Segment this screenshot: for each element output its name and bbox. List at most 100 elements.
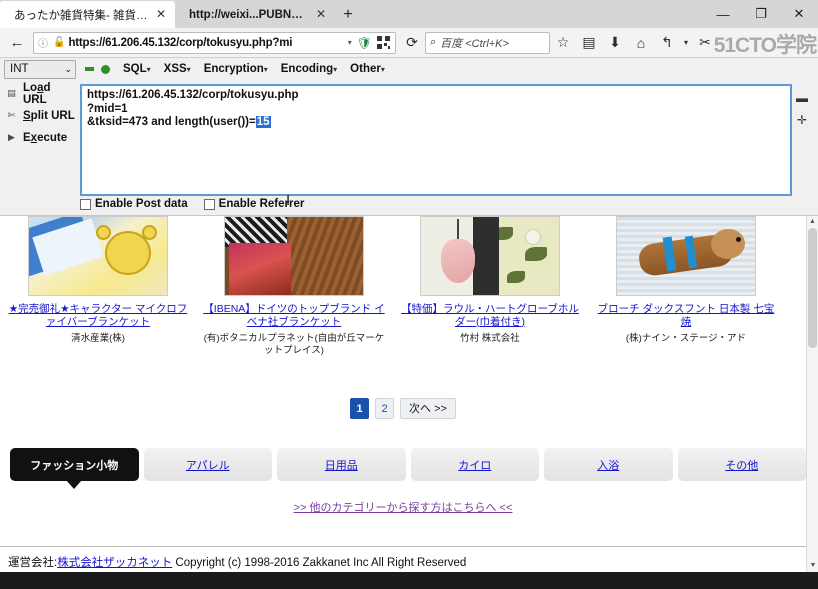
product-card: ★完売御礼★キャラクター マイクロファイバーブランケット 清水産業(株) xyxy=(5,216,191,351)
minimize-icon[interactable]: — xyxy=(704,0,742,28)
qr-icon[interactable] xyxy=(377,36,390,49)
enable-referrer-checkbox[interactable]: Enable Referrer xyxy=(203,198,321,210)
request-line-1: https://61.206.45.132/corp/tokusyu.php xyxy=(87,89,299,101)
product-company: (株)ナイン・ステージ・アド xyxy=(625,333,747,344)
category-tab-apparel[interactable]: アパレル xyxy=(143,448,272,481)
product-title-link[interactable]: ブローチ ダックスフント 日本製 七宝焼 xyxy=(593,303,779,328)
enable-post-data-checkbox[interactable]: Enable Post data xyxy=(80,198,204,210)
checkbox-box xyxy=(203,198,215,210)
page-number-1[interactable]: 1 xyxy=(350,398,370,419)
navigation-toolbar: ← ⓘ 🔓 https://61.206.45.132/corp/tokusyu… xyxy=(0,28,818,58)
close-icon[interactable]: ✕ xyxy=(153,7,169,23)
address-bar[interactable]: ⓘ 🔓 https://61.206.45.132/corp/tokusyu.p… xyxy=(33,31,396,54)
chevron-down-icon[interactable]: ▾ xyxy=(345,38,355,47)
history-icon[interactable]: ↰ xyxy=(654,30,680,56)
other-categories-link[interactable]: >> 他のカテゴリーから探す方はこちらへ << xyxy=(0,499,806,515)
scroll-down-icon[interactable]: ▼ xyxy=(807,560,818,572)
checkbox-box xyxy=(80,198,91,210)
tab-strip: あったか雑貨特集- 雑貨卸・... ✕ http://weixi...PUBNO… xyxy=(0,0,818,28)
footer-company-link[interactable]: 株式会社ザッカネット xyxy=(57,557,172,569)
home-icon[interactable]: ⌂ xyxy=(628,30,654,56)
download-icon[interactable]: ⬇ xyxy=(602,30,628,56)
close-icon[interactable]: ✕ xyxy=(313,7,329,23)
hackbar-mode-select[interactable]: INT ⌄ xyxy=(4,59,76,79)
page-number-2[interactable]: 2 xyxy=(375,398,395,419)
pink-pouch-thumb[interactable] xyxy=(420,216,560,296)
new-tab-button[interactable]: + xyxy=(335,2,361,28)
browser-tab-inactive[interactable]: http://weixi...PUBNO=26517 ✕ xyxy=(175,1,335,28)
execute-label: Execute xyxy=(23,131,68,144)
category-tab-fashion[interactable]: ファッション小物 xyxy=(10,448,139,489)
page-content: ★完売御礼★キャラクター マイクロファイバーブランケット 清水産業(株) 【IB… xyxy=(0,216,818,572)
footer-copyright-text: Copyright (c) 1998-2016 Zakkanet Inc All… xyxy=(172,557,467,569)
page-scrollbar[interactable]: ▲ ▼ xyxy=(806,216,818,572)
product-company: (有)ボタニカルプラネット(自由が丘マーケットプレイス) xyxy=(203,333,385,356)
enable-post-data-label: Enable Post data xyxy=(95,198,188,210)
split-url-button[interactable]: ✄ Split URL xyxy=(4,106,76,125)
info-icon[interactable]: ⓘ xyxy=(36,35,50,50)
hackbar-menu-other[interactable]: Other▾ xyxy=(350,63,385,75)
next-page-button[interactable]: 次へ >> xyxy=(400,398,456,419)
execute-button[interactable]: ▶ Execute xyxy=(4,128,76,147)
product-company: 清水産業(株) xyxy=(71,333,125,344)
bookmark-icon[interactable]: ☆ xyxy=(550,30,576,56)
pooh-blanket-thumb[interactable] xyxy=(28,216,168,296)
hackbar-menu-encoding[interactable]: Encoding▾ xyxy=(281,63,337,75)
product-card: ブローチ ダックスフント 日本製 七宝焼 (株)ナイン・ステージ・アド xyxy=(593,216,779,351)
category-tab-other[interactable]: その他 xyxy=(677,448,806,481)
hackbar-actions: ▤ Load URL ✄ Split URL ▶ Execute xyxy=(4,81,76,150)
split-url-icon: ✄ xyxy=(7,110,16,120)
library-icon[interactable]: ▤ xyxy=(576,30,602,56)
hackbar-menu-sql[interactable]: SQL▾ xyxy=(123,63,151,75)
chevron-down-icon: ⌄ xyxy=(64,63,72,74)
load-url-button[interactable]: ▤ Load URL xyxy=(4,81,76,106)
footer-prefix: 運営会社: xyxy=(8,557,58,569)
category-tab-bath[interactable]: 入浴 xyxy=(544,448,673,481)
product-card: 【IBENA】ドイツのトップブランド イベナ社ブランケット (有)ボタニカルプラ… xyxy=(201,216,387,356)
hackbar-panel: INT ⌄ SQL▾ XSS▾ Encryption▾ Encoding▾ Ot… xyxy=(0,58,818,216)
pagination: 1 2 次へ >> xyxy=(0,398,806,419)
category-tab-daily-goods[interactable]: 日用品 xyxy=(277,448,406,481)
footer-divider xyxy=(0,546,806,547)
tab-title: あったか雑貨特集- 雑貨卸・... xyxy=(14,9,149,22)
product-card: 【特価】ラウル・ハートグローブホルダー(巾着付き) 竹村 株式会社 xyxy=(397,216,583,351)
search-icon: ⌕ xyxy=(430,36,437,48)
taskbar xyxy=(0,572,818,589)
restore-icon[interactable]: ❐ xyxy=(742,0,780,28)
enable-referrer-label: Enable Referrer xyxy=(218,198,305,210)
brown-blanket-thumb[interactable] xyxy=(224,216,364,296)
zoom-out-icon[interactable]: ▬ xyxy=(792,88,812,110)
category-tab-kairo[interactable]: カイロ xyxy=(410,448,539,481)
url-text: https://61.206.45.132/corp/tokusyu.php?m… xyxy=(68,36,293,49)
status-dot-indicator xyxy=(101,64,110,74)
product-title-link[interactable]: 【特価】ラウル・ハートグローブホルダー(巾着付き) xyxy=(397,303,583,328)
hackbar-menu-encryption[interactable]: Encryption▾ xyxy=(204,63,268,75)
dachshund-brooch-thumb[interactable] xyxy=(616,216,756,296)
zoom-in-icon[interactable]: ✛ xyxy=(792,110,812,132)
request-line-3-prefix: &tksid=473 and length(user())= xyxy=(87,116,256,128)
back-icon[interactable]: ← xyxy=(4,30,30,56)
lock-warning-icon[interactable]: 🔓 xyxy=(50,37,68,48)
product-title-link[interactable]: ★完売御礼★キャラクター マイクロファイバーブランケット xyxy=(5,303,191,328)
product-row: ★完売御礼★キャラクター マイクロファイバーブランケット 清水産業(株) 【IB… xyxy=(0,216,806,356)
scrollbar-thumb[interactable] xyxy=(808,228,817,348)
close-window-icon[interactable]: ✕ xyxy=(780,0,818,28)
hackbar-zoom-controls: ▬ ✛ xyxy=(792,88,812,132)
browser-tab-active[interactable]: あったか雑貨特集- 雑貨卸・... ✕ xyxy=(0,1,175,28)
load-url-label: Load URL xyxy=(23,81,51,106)
screenshot-icon[interactable]: ✂ xyxy=(692,30,718,56)
category-tabs: ファッション小物 アパレル 日用品 カイロ 入浴 その他 xyxy=(10,448,806,489)
hackbar-mode-value: INT xyxy=(10,63,29,75)
scroll-up-icon[interactable]: ▲ xyxy=(807,216,818,228)
reload-icon[interactable]: ⟳ xyxy=(399,30,425,56)
tab-title: http://weixi...PUBNO=26517 xyxy=(189,8,309,21)
search-input[interactable]: ⌕ 百度 <Ctrl+K> xyxy=(425,31,550,54)
hackbar-menu-xss[interactable]: XSS▾ xyxy=(164,63,191,75)
shield-icon[interactable]: 🛡 xyxy=(355,36,374,50)
hackbar-menubar: INT ⌄ SQL▾ XSS▾ Encryption▾ Encoding▾ Ot… xyxy=(0,58,818,80)
hackbar-options: Enable Post data Enable Referrer xyxy=(80,198,320,210)
product-title-link[interactable]: 【IBENA】ドイツのトップブランド イベナ社ブランケット xyxy=(201,303,387,328)
hackbar-request-textarea[interactable]: https://61.206.45.132/corp/tokusyu.php ?… xyxy=(80,84,792,196)
chevron-down-icon[interactable]: ▾ xyxy=(680,30,692,56)
load-url-icon: ▤ xyxy=(7,88,16,98)
